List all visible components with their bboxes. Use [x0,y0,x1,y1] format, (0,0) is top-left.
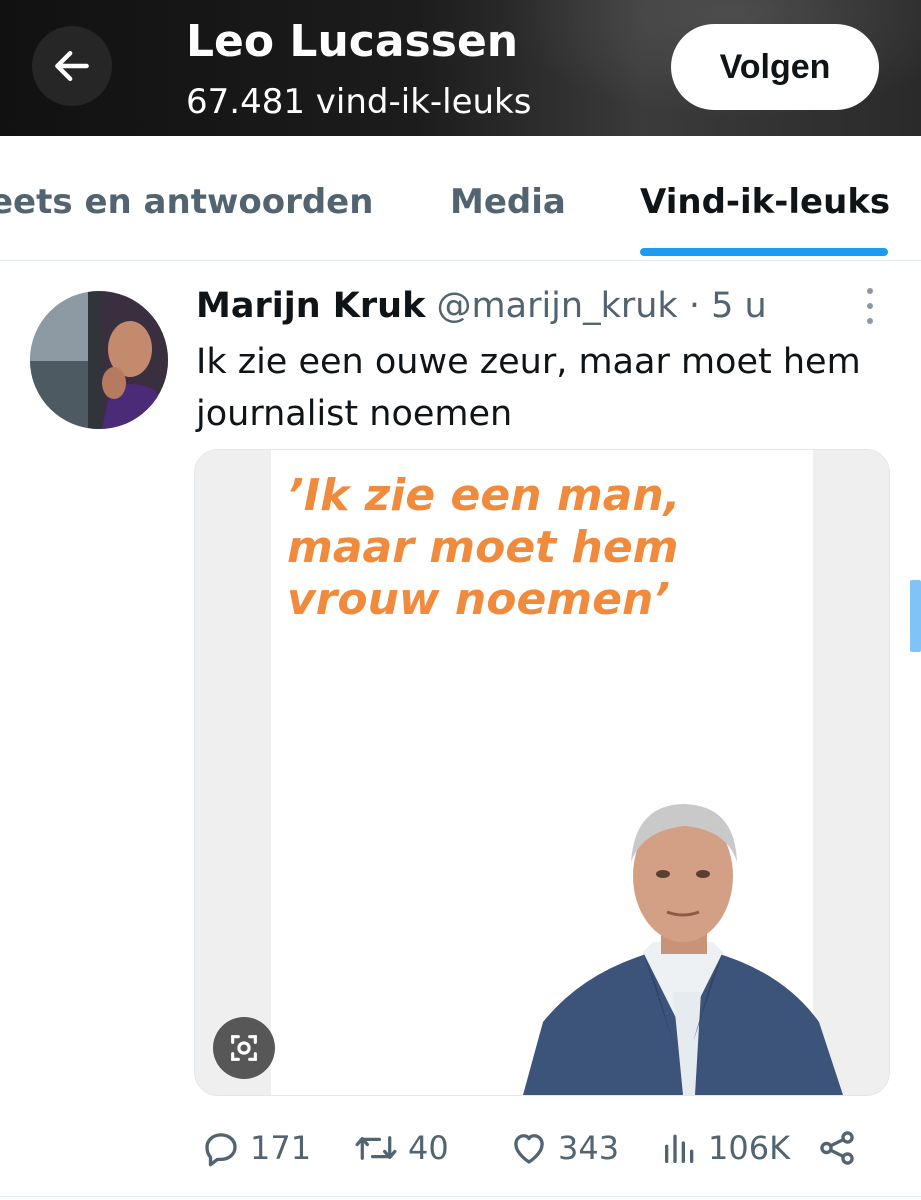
profile-header: Leo Lucassen 67.481 vind-ik-leuks Volgen [0,0,921,136]
profile-likes-count: 67.481 vind-ik-leuks [186,82,532,122]
tab-tweets-and-replies[interactable]: eets en antwoorden [0,182,373,222]
views-icon [665,1134,694,1163]
views-count: 106K [708,1129,791,1167]
profile-name: Leo Lucassen [186,16,519,67]
reply-count: 171 [250,1129,312,1167]
media-quote-text: ’Ik zie een man, maar moet hem vrouw noe… [287,470,681,625]
retweet-icon [355,1136,397,1160]
share-icon [820,1131,854,1165]
divider [0,1196,921,1197]
reply-button[interactable]: 171 [200,1120,311,1176]
arrow-left-icon [55,50,89,82]
tweet-media[interactable]: ’Ik zie een man, maar moet hem vrouw noe… [194,449,890,1096]
scan-icon [231,1035,257,1061]
follow-button[interactable]: Volgen [671,24,879,110]
retweet-button[interactable]: 40 [352,1120,449,1176]
media-image: ’Ik zie een man, maar moet hem vrouw noe… [271,450,843,1095]
author-handle-time[interactable]: @marijn_kruk · 5 u [437,286,767,326]
author-name[interactable]: Marijn Kruk [196,286,425,326]
scroll-indicator[interactable] [910,580,921,652]
retweet-count: 40 [408,1129,449,1167]
share-button[interactable] [816,1120,858,1176]
man-portrait [523,804,843,1095]
more-vertical-icon[interactable] [862,288,878,324]
reply-icon [205,1133,237,1167]
like-count: 343 [558,1129,620,1167]
scan-button[interactable] [213,1017,275,1079]
tweet-header: Marijn Kruk @marijn_kruk · 5 u [196,286,767,326]
tab-likes[interactable]: Vind-ik-leuks [640,182,890,222]
active-tab-indicator [640,248,888,256]
back-button[interactable] [32,26,112,106]
views-button[interactable]: 106K [660,1120,790,1176]
heart-icon [514,1134,544,1164]
tweet-text: Ik zie een ouwe zeur, maar moet hem jour… [196,342,861,434]
avatar[interactable] [30,291,168,429]
tab-media[interactable]: Media [450,182,566,222]
tweet-actions: 171 40 343 106K [0,1120,921,1180]
avatar-photo [30,291,168,429]
profile-tabs: eets en antwoorden Media Vind-ik-leuks [0,136,921,261]
like-button[interactable]: 343 [508,1120,619,1176]
